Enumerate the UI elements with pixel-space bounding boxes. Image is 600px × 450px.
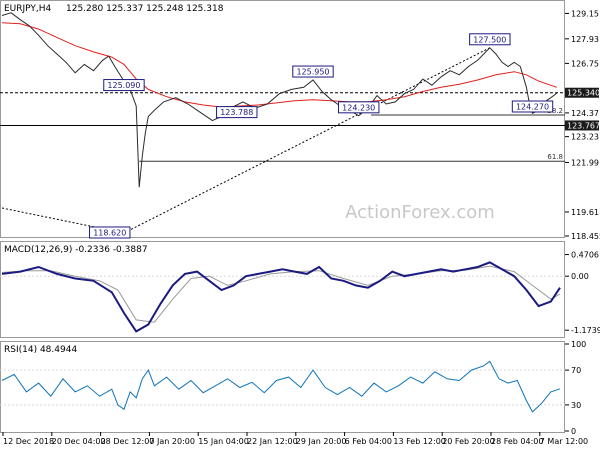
x-axis-tick-label: 7 Mar 12:00	[540, 437, 588, 446]
macd-signal-line	[1, 265, 561, 323]
x-axis: 12 Dec 201820 Dec 04:0028 Dec 12:007 Jan…	[2, 432, 588, 446]
price-y-tick-label: 127.93	[571, 35, 599, 44]
x-axis-tick-label: 20 Dec 04:00	[52, 437, 106, 446]
macd-y-tick-label: 0.4706	[571, 251, 599, 260]
price-y-tick-label: 118.455	[571, 232, 600, 241]
price-y-tick-label: 126.75	[571, 59, 599, 68]
price-y-tick-label: 124.37	[571, 109, 599, 118]
price-header-ohlc: 125.280 125.337 125.248 125.318	[66, 4, 224, 14]
x-axis-tick-label: 22 Jan 12:00	[247, 437, 298, 446]
rsi-y-axis: 100 70 30 0	[565, 340, 586, 436]
rsi-y-tick-label: 100	[571, 340, 586, 349]
x-axis-tick-label: 28 Feb 04:00	[491, 437, 543, 446]
macd-panel	[0, 241, 565, 338]
price-axis-tag-label: 125.340	[567, 89, 600, 98]
rsi-y-tick-label: 0	[571, 427, 576, 436]
macd-y-tick-label: 0.00	[571, 272, 589, 281]
fib-levels: 38.261.8	[139, 107, 565, 162]
macd-y-axis: 0.4706 0.00 -1.1739	[565, 251, 600, 335]
price-annotation-label: 127.500	[473, 35, 506, 44]
x-axis-tick-label: 7 Jan 20:00	[149, 437, 195, 446]
chart-root: ActionForex.com 129.15 127.93 126.75 124.37…	[0, 0, 600, 446]
rsi-line	[1, 360, 561, 413]
x-axis-tick-label: 29 Jan 20:00	[296, 437, 347, 446]
price-annotation-label: 118.620	[93, 228, 126, 237]
rsi-y-tick-label: 30	[571, 401, 581, 410]
macd-y-tick-label: -1.1739	[571, 326, 600, 335]
rsi-y-tick-label: 70	[571, 366, 581, 375]
price-annotation-label: 124.230	[342, 103, 375, 112]
x-axis-tick-label: 12 Dec 2018	[3, 437, 54, 446]
price-annotation-label: 124.270	[516, 102, 549, 111]
rsi-title: RSI(14) 48.4944	[4, 345, 77, 355]
price-annotation-label: 125.950	[296, 68, 329, 77]
x-axis-tick-label: 20 Feb 20:00	[442, 437, 494, 446]
price-header-symbol: EURJPY,H4	[4, 4, 52, 14]
horizontal-levels	[0, 92, 565, 126]
price-annotation-label: 125.090	[107, 81, 140, 90]
x-axis-tick-label: 6 Feb 04:00	[345, 437, 392, 446]
price-y-axis: 129.15 127.93 126.75 124.37 123.23 121.99 119.…	[565, 9, 600, 241]
price-y-tick-label: 121.99	[571, 158, 599, 167]
x-axis-tick-label: 28 Dec 12:00	[101, 437, 155, 446]
macd-title: MACD(12,26,9) -0.2336 -0.3887	[4, 245, 148, 255]
price-axis-tag-label: 123.767	[567, 121, 600, 130]
watermark: ActionForex.com	[345, 202, 495, 223]
price-y-tick-label: 119.61	[571, 208, 599, 217]
x-axis-tick-label: 13 Feb 12:00	[393, 437, 445, 446]
price-y-tick-label: 129.15	[571, 9, 599, 18]
fib-level-label: 61.8	[547, 153, 563, 161]
price-y-tick-label: 123.23	[571, 133, 599, 142]
x-axis-tick-label: 15 Jan 04:00	[198, 437, 249, 446]
price-annotation-label: 123.788	[220, 108, 253, 117]
